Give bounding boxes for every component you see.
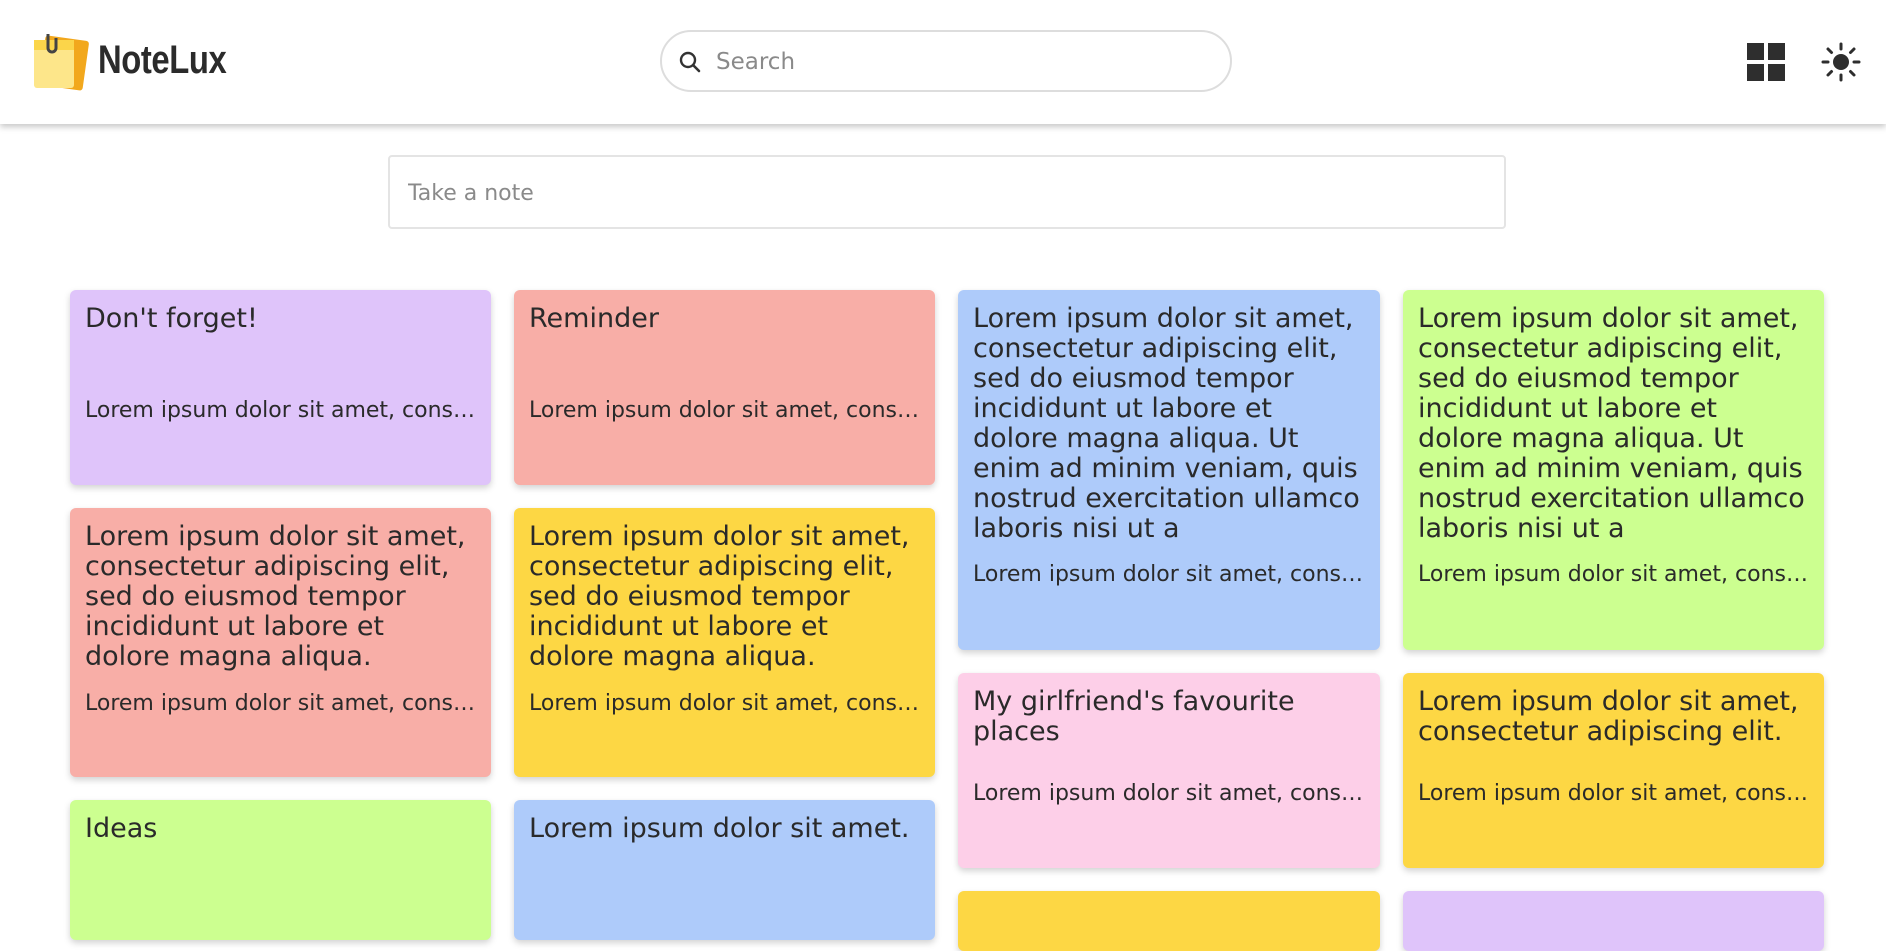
- note-title: Lorem ipsum dolor sit amet, consectetur …: [973, 303, 1360, 544]
- note-title: Lorem ipsum dolor sit amet, consectetur …: [1418, 303, 1805, 544]
- note-title: Lorem ipsum dolor sit amet, consectetur …: [85, 521, 466, 672]
- note-body: Lorem ipsum dolor sit amet, consectetur …: [85, 691, 476, 716]
- note-body: Lorem ipsum dolor sit amet, consectetur …: [973, 781, 1365, 806]
- note-body: Lorem ipsum dolor sit amet, consectetur …: [529, 398, 920, 423]
- note-card[interactable]: Reminder Lorem ipsum dolor sit amet, con…: [514, 290, 935, 485]
- app-name: NoteLux: [98, 38, 227, 82]
- note-body: Lorem ipsum dolor sit amet, consectetur …: [85, 398, 476, 423]
- grid-view-icon[interactable]: [1746, 42, 1786, 82]
- note-card[interactable]: My girlfriend's favourite places Lorem i…: [958, 673, 1380, 868]
- app-header: NoteLux: [0, 0, 1886, 124]
- search-icon: [679, 51, 701, 73]
- take-note-box[interactable]: [388, 155, 1506, 229]
- note-card[interactable]: [958, 891, 1380, 951]
- note-card[interactable]: Lorem ipsum dolor sit amet, consectetur …: [1403, 673, 1824, 868]
- note-body: Lorem ipsum dolor sit amet, consectetur …: [973, 562, 1365, 587]
- note-card[interactable]: Don't forget! Lorem ipsum dolor sit amet…: [70, 290, 491, 485]
- note-card[interactable]: Ideas: [70, 800, 491, 940]
- note-title: Reminder: [529, 303, 659, 334]
- note-card[interactable]: Lorem ipsum dolor sit amet, consectetur …: [958, 290, 1380, 650]
- notes-logo-icon: [28, 30, 92, 94]
- note-title: Lorem ipsum dolor sit amet, consectetur …: [529, 521, 910, 672]
- note-body: Lorem ipsum dolor sit amet, consectetur …: [1418, 562, 1809, 587]
- take-note-input[interactable]: [406, 173, 1490, 213]
- note-card[interactable]: Lorem ipsum dolor sit amet, consectetur …: [70, 508, 491, 777]
- note-title: My girlfriend's favourite places: [973, 686, 1295, 747]
- note-card[interactable]: Lorem ipsum dolor sit amet, consectetur …: [514, 508, 935, 777]
- note-card[interactable]: Lorem ipsum dolor sit amet.: [514, 800, 935, 940]
- search-bar[interactable]: [660, 30, 1232, 92]
- note-title: Lorem ipsum dolor sit amet, consectetur …: [1418, 686, 1799, 747]
- note-card[interactable]: [1403, 891, 1824, 951]
- search-input[interactable]: [714, 42, 1198, 82]
- sun-icon[interactable]: [1821, 42, 1861, 82]
- note-title: Don't forget!: [85, 303, 258, 334]
- note-title: Ideas: [85, 813, 158, 844]
- note-body: Lorem ipsum dolor sit amet, consectetur …: [1418, 781, 1809, 806]
- note-title: Lorem ipsum dolor sit amet.: [529, 813, 910, 844]
- note-card[interactable]: Lorem ipsum dolor sit amet, consectetur …: [1403, 290, 1824, 650]
- note-body: Lorem ipsum dolor sit amet, consectetur …: [529, 691, 920, 716]
